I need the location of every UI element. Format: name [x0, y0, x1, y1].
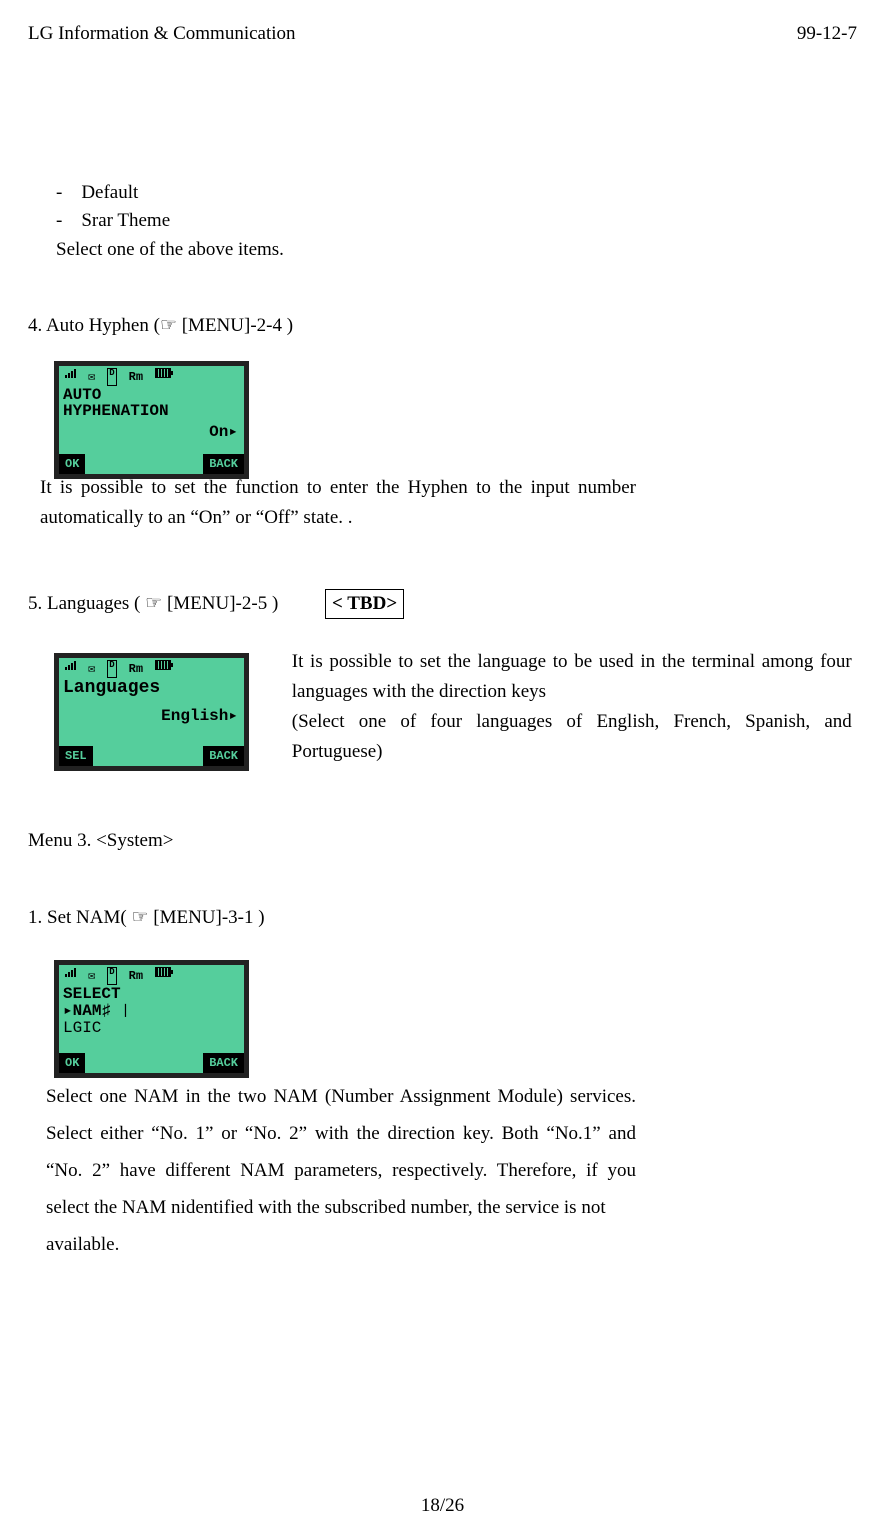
- signal-icon: [65, 368, 76, 378]
- page-header: LG Information & Communication 99-12-7: [28, 20, 857, 49]
- signal-icon: [65, 660, 76, 670]
- lcd-value: English▸: [59, 704, 244, 728]
- d-icon: D: [107, 660, 116, 678]
- bullet-text: Default: [81, 182, 138, 203]
- lcd-screenshot-languages: ✉ D Rm Languages English▸ SEL BACK: [54, 653, 249, 771]
- lcd-line: LGIC: [63, 1020, 240, 1037]
- rm-icon: Rm: [129, 660, 143, 678]
- section-4-paragraph: It is possible to set the function to en…: [40, 473, 636, 533]
- mail-icon: ✉: [88, 660, 95, 678]
- lcd-line: AUTO: [63, 387, 240, 404]
- lcd-status-row: ✉ D Rm: [59, 658, 244, 679]
- lcd-value: On▸: [59, 420, 244, 444]
- lcd-line: SELECT: [63, 986, 240, 1003]
- battery-icon: [155, 368, 171, 378]
- mail-icon: ✉: [88, 368, 95, 386]
- section-4-heading: 4. Auto Hyphen (☞ [MENU]-2-4 ): [28, 312, 857, 341]
- lcd-status-row: ✉ D Rm: [59, 366, 244, 387]
- heading-text: 4. Auto Hyphen (: [28, 315, 160, 336]
- signal-icon: [65, 967, 76, 977]
- softkey-right: BACK: [203, 1053, 244, 1073]
- section-5-paragraph: It is possible to set the language to be…: [292, 647, 852, 767]
- heading-text: [MENU]-2-4 ): [177, 315, 293, 336]
- softkey-right: BACK: [203, 746, 244, 766]
- select-instruction: Select one of the above items.: [56, 236, 857, 265]
- d-icon: D: [107, 967, 116, 985]
- page-number: 18/26: [0, 1492, 885, 1521]
- lcd-softkeys: OK BACK: [59, 1053, 244, 1073]
- lcd-line: HYPHENATION: [63, 403, 240, 420]
- heading-text: 1. Set NAM(: [28, 907, 131, 928]
- softkey-left: OK: [59, 1053, 85, 1073]
- section-3-1-paragraph: Select one NAM in the two NAM (Number As…: [46, 1078, 636, 1263]
- softkey-left: SEL: [59, 746, 93, 766]
- bullet-item: - Default: [56, 179, 857, 208]
- mail-icon: ✉: [88, 967, 95, 985]
- hand-icon: ☞: [145, 593, 162, 614]
- lcd-softkeys: SEL BACK: [59, 746, 244, 766]
- softkey-left: OK: [59, 454, 85, 474]
- lcd-status-row: ✉ D Rm: [59, 965, 244, 986]
- lcd-body: AUTO HYPHENATION: [59, 387, 244, 421]
- battery-icon: [155, 967, 171, 977]
- rm-icon: Rm: [129, 967, 143, 985]
- lcd-line: Languages: [63, 679, 240, 698]
- rm-icon: Rm: [129, 368, 143, 386]
- bullet-text: Srar Theme: [81, 210, 170, 231]
- heading-text: [MENU]-2-5 ): [162, 593, 278, 614]
- section-3-1-heading: 1. Set NAM( ☞ [MENU]-3-1 ): [28, 904, 857, 933]
- lcd-softkeys: OK BACK: [59, 454, 244, 474]
- softkey-right: BACK: [203, 454, 244, 474]
- bullet-list: - Default - Srar Theme: [56, 179, 857, 236]
- lcd-body: Languages: [59, 679, 244, 698]
- menu-3-heading: Menu 3. <System>: [28, 827, 857, 856]
- section-5-block: ✉ D Rm Languages English▸ SEL BACK It is…: [28, 647, 857, 771]
- hand-icon: ☞: [160, 315, 177, 336]
- para-text: available.: [46, 1234, 119, 1255]
- lcd-screenshot-set-nam: ✉ D Rm SELECT ▸NAM♯ ❘ LGIC OK BACK: [54, 960, 249, 1078]
- lcd-screenshot-auto-hyphen: ✉ D Rm AUTO HYPHENATION On▸ OK BACK: [54, 361, 249, 479]
- para-text: It is possible to set the language to be…: [292, 651, 852, 702]
- tbd-label: < TBD>: [325, 589, 404, 620]
- d-icon: D: [107, 368, 116, 386]
- para-text: Select one NAM in the two NAM (Number As…: [46, 1086, 636, 1218]
- section-5-heading: 5. Languages ( ☞ [MENU]-2-5 ) < TBD>: [28, 589, 857, 620]
- section-3-1-block: ✉ D Rm SELECT ▸NAM♯ ❘ LGIC OK BACK Selec…: [28, 940, 857, 1263]
- header-left: LG Information & Communication: [28, 20, 296, 49]
- bullet-item: - Srar Theme: [56, 207, 857, 236]
- heading-text: 5. Languages (: [28, 593, 145, 614]
- battery-icon: [155, 660, 171, 670]
- header-right: 99-12-7: [797, 20, 857, 49]
- hand-icon: ☞: [131, 907, 148, 928]
- para-text: (Select one of four languages of English…: [292, 711, 852, 762]
- lcd-body: SELECT ▸NAM♯ ❘ LGIC: [59, 986, 244, 1036]
- lcd-line: ▸NAM♯ ❘: [63, 1003, 240, 1020]
- section-4-block: ✉ D Rm AUTO HYPHENATION On▸ OK BACK It i…: [28, 355, 857, 533]
- heading-text: [MENU]-3-1 ): [149, 907, 265, 928]
